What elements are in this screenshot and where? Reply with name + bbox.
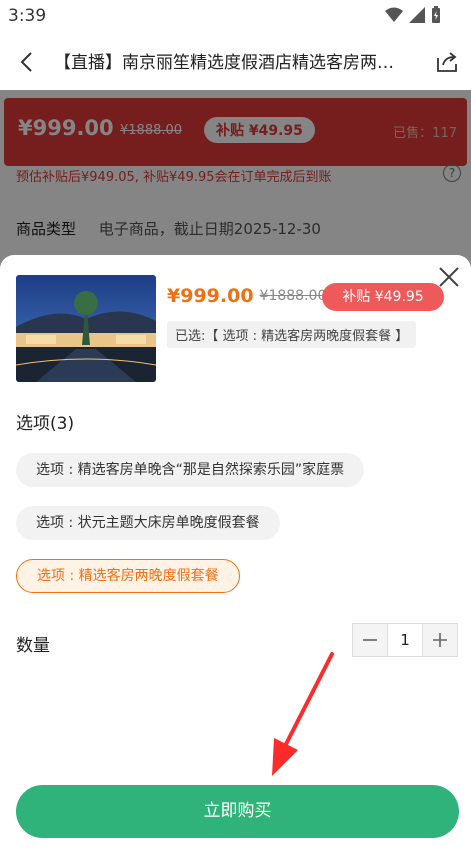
options-heading: 选项(3) (16, 414, 75, 434)
share-icon (437, 52, 457, 72)
battery-icon (432, 6, 440, 23)
status-bar: 3:39 (0, 0, 471, 34)
product-thumbnail (16, 275, 156, 382)
share-button[interactable] (435, 50, 461, 76)
option-chip[interactable]: 选项 : 精选客房单晚含“那是自然探索乐园”家庭票 (16, 453, 365, 487)
quantity-value[interactable]: 1 (387, 624, 423, 656)
sheet-price: ¥999.00 (167, 285, 254, 307)
hotel-image (16, 275, 156, 382)
back-button[interactable] (12, 48, 40, 76)
buy-now-button[interactable]: 立即购买 (16, 785, 459, 838)
close-button[interactable] (437, 265, 461, 289)
chevron-left-icon (20, 52, 32, 72)
decrement-button[interactable] (353, 624, 387, 656)
status-icons (385, 6, 441, 24)
option-chip-selected[interactable]: 选项 : 精选客房两晚度假套餐 (16, 559, 240, 593)
sheet-price-line: ¥999.00 ¥1888.00 (167, 285, 326, 307)
nav-bar: 【直播】南京丽笙精选度假酒店精选客房两… (0, 34, 471, 90)
page-title: 【直播】南京丽笙精选度假酒店精选客房两… (54, 53, 394, 73)
sheet-original-price: ¥1888.00 (259, 288, 327, 304)
subsidy-badge: 补贴 ¥49.95 (322, 283, 444, 311)
quantity-label: 数量 (16, 636, 50, 656)
status-time: 3:39 (8, 6, 47, 26)
plus-icon (433, 633, 447, 647)
signal-icon (409, 7, 425, 23)
wifi-icon (385, 7, 403, 22)
minus-icon (363, 639, 377, 641)
option-chip[interactable]: 选项 : 状元主题大床房单晚度假套餐 (16, 506, 280, 540)
sku-selector-sheet: ¥999.00 ¥1888.00 补贴 ¥49.95 已选:【 选项 : 精选客… (0, 255, 471, 846)
close-icon (439, 267, 459, 287)
quantity-stepper: 1 (352, 623, 458, 657)
increment-button[interactable] (423, 624, 457, 656)
annotation-arrow-icon (272, 652, 334, 776)
selected-option-summary: 已选:【 选项 : 精选客房两晚度假套餐 】 (167, 321, 417, 348)
